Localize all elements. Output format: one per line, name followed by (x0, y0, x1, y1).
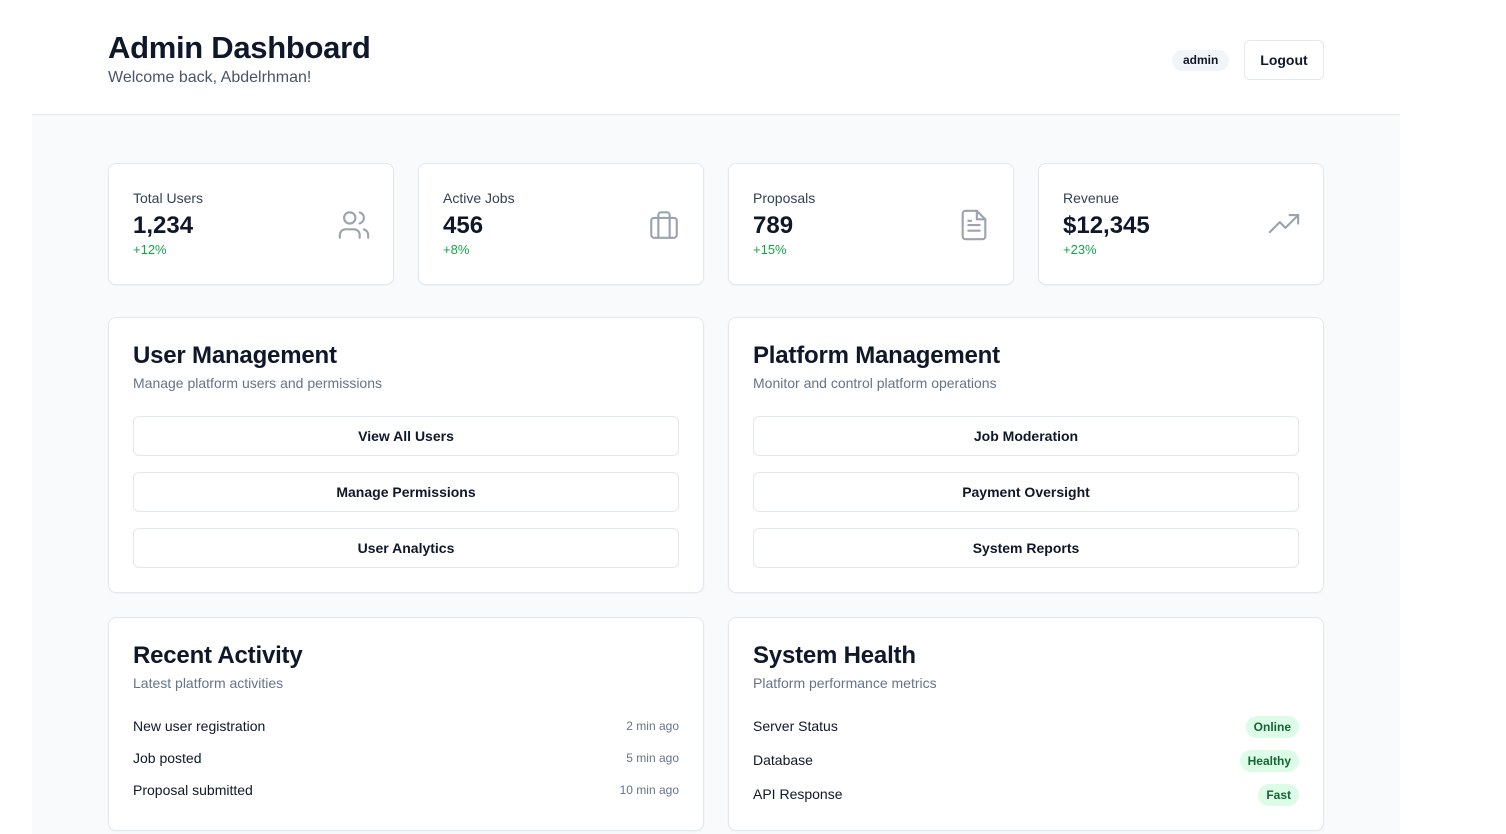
logout-button[interactable]: Logout (1244, 40, 1324, 80)
card-subtitle: Platform performance metrics (753, 675, 937, 691)
activity-time: 10 min ago (619, 783, 679, 797)
status-badge: Online (1245, 716, 1299, 738)
page-header: Admin Dashboard Welcome back, Abdelrhman… (32, 0, 1400, 115)
status-badge: Fast (1258, 784, 1299, 806)
user-management-card: User Management Manage platform users an… (108, 317, 704, 593)
card-subtitle: Monitor and control platform operations (753, 375, 997, 391)
stat-value: 789 (753, 212, 794, 239)
system-health-card: System Health Platform performance metri… (728, 617, 1324, 831)
welcome-message: Welcome back, Abdelrhman! (108, 69, 312, 86)
manage-permissions-button[interactable]: Manage Permissions (133, 472, 679, 512)
document-icon (961, 209, 987, 241)
activity-item: Job posted 5 min ago (133, 748, 679, 770)
card-title: User Management (133, 342, 337, 369)
activity-item: New user registration 2 min ago (133, 716, 679, 738)
stat-change: +12% (133, 242, 167, 257)
health-label: Database (753, 752, 813, 768)
stat-card-active-jobs: Active Jobs 456 +8% (418, 163, 704, 285)
health-item: API Response Fast (753, 784, 1299, 806)
stat-change: +15% (753, 242, 787, 257)
activity-label: Job posted (133, 750, 202, 766)
activity-label: Proposal submitted (133, 782, 253, 798)
payment-oversight-button[interactable]: Payment Oversight (753, 472, 1299, 512)
card-title: Platform Management (753, 342, 1000, 369)
page-title: Admin Dashboard (108, 30, 371, 65)
activity-time: 5 min ago (626, 751, 679, 765)
stat-value: 1,234 (133, 212, 194, 239)
user-analytics-button[interactable]: User Analytics (133, 528, 679, 568)
health-label: API Response (753, 786, 843, 802)
briefcase-icon (650, 211, 678, 239)
role-badge: admin (1172, 50, 1230, 71)
system-reports-button[interactable]: System Reports (753, 528, 1299, 568)
stat-value: $12,345 (1063, 212, 1150, 239)
platform-management-card: Platform Management Monitor and control … (728, 317, 1324, 593)
stat-label: Total Users (133, 190, 204, 206)
health-item: Database Healthy (753, 750, 1299, 772)
recent-activity-card: Recent Activity Latest platform activiti… (108, 617, 704, 831)
activity-time: 2 min ago (626, 719, 679, 733)
health-label: Server Status (753, 718, 838, 734)
stat-card-revenue: Revenue $12,345 +23% (1038, 163, 1324, 285)
stat-label: Proposals (753, 190, 816, 206)
stat-value: 456 (443, 212, 484, 239)
card-title: System Health (753, 642, 916, 669)
card-title: Recent Activity (133, 642, 303, 669)
trending-up-icon (1268, 214, 1300, 234)
view-all-users-button[interactable]: View All Users (133, 416, 679, 456)
stat-change: +8% (443, 242, 470, 257)
stat-card-proposals: Proposals 789 +15% (728, 163, 1014, 285)
card-subtitle: Manage platform users and permissions (133, 375, 383, 391)
health-item: Server Status Online (753, 716, 1299, 738)
stat-label: Active Jobs (443, 190, 515, 206)
card-subtitle: Latest platform activities (133, 675, 284, 691)
activity-item: Proposal submitted 10 min ago (133, 780, 679, 802)
status-badge: Healthy (1239, 750, 1299, 772)
stat-label: Revenue (1063, 190, 1120, 206)
activity-label: New user registration (133, 718, 266, 734)
job-moderation-button[interactable]: Job Moderation (753, 416, 1299, 456)
stat-card-total-users: Total Users 1,234 +12% (108, 163, 394, 285)
stat-change: +23% (1063, 242, 1097, 257)
users-icon (338, 211, 370, 239)
dashboard-main: Total Users 1,234 +12% Active Jobs 456 +… (32, 115, 1400, 834)
